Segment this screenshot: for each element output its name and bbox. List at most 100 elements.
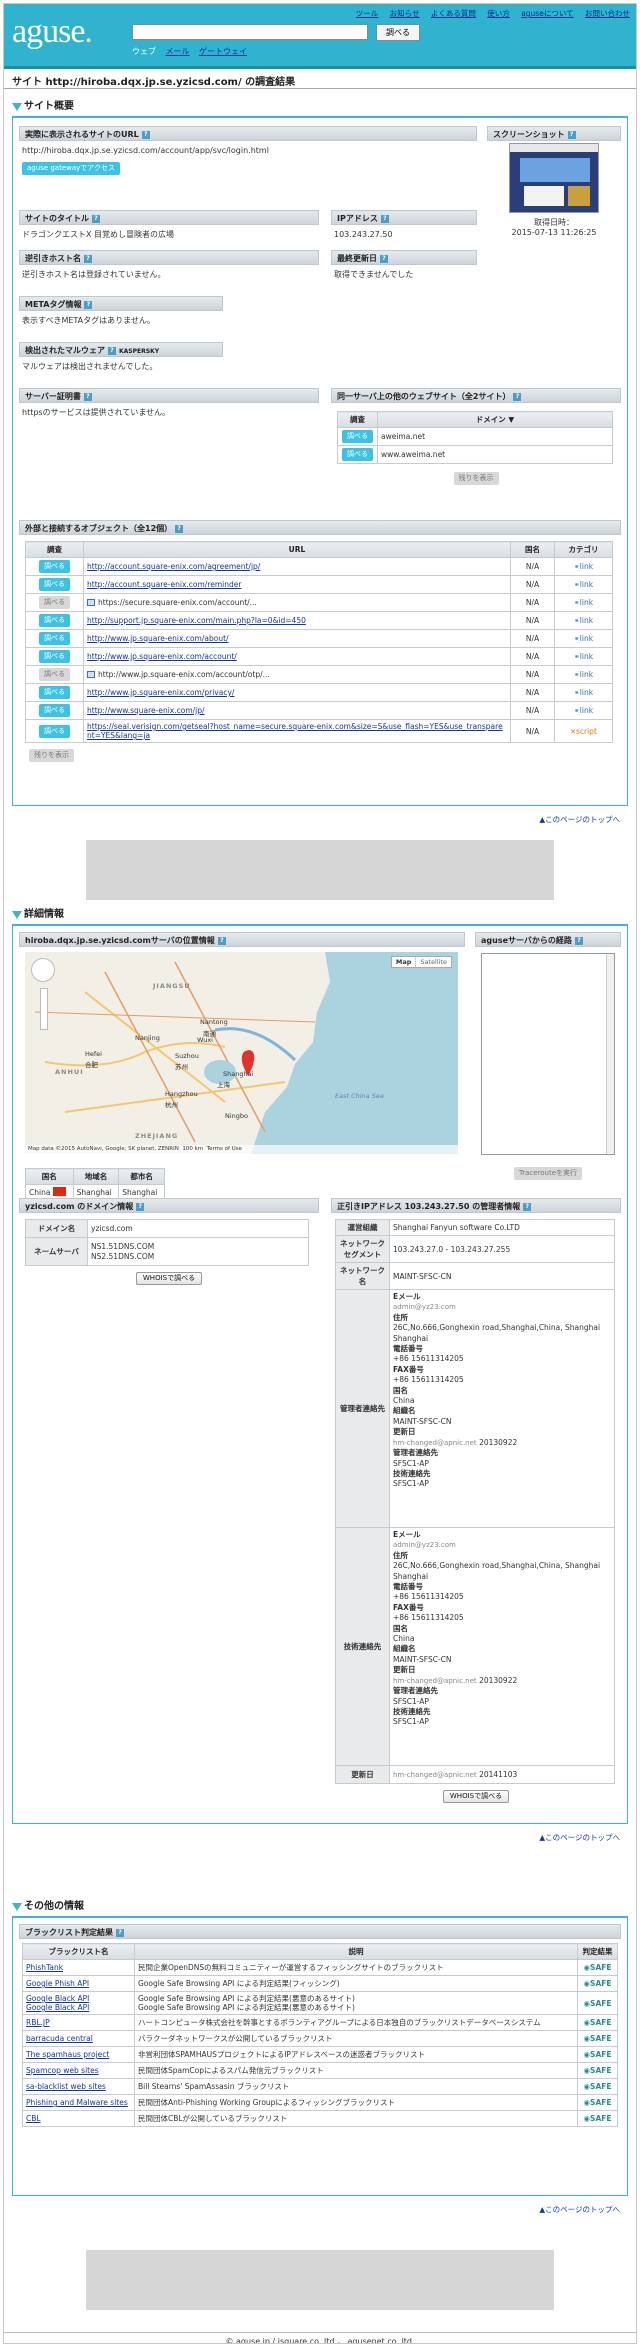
help-icon[interactable]: ? bbox=[136, 1203, 145, 1211]
help-icon[interactable]: ? bbox=[513, 393, 522, 401]
help-icon[interactable]: ? bbox=[83, 393, 92, 401]
blacklist-name[interactable]: Google Black API Google Black API bbox=[22, 1991, 135, 2015]
map-pan-control[interactable] bbox=[31, 958, 55, 982]
object-url[interactable]: http://www.square-enix.com/jp/ bbox=[87, 706, 205, 715]
table-row: 更新日 hm-changed@apnic.net 20141103 bbox=[335, 1765, 615, 1784]
map-terms-link[interactable]: Terms of Use bbox=[207, 1146, 242, 1152]
check-button[interactable]: 調べる bbox=[39, 686, 70, 699]
traceroute-button[interactable]: Tracerouteを実行 bbox=[513, 1167, 583, 1180]
logo-dot: . bbox=[84, 13, 92, 50]
map-button[interactable]: Map bbox=[392, 957, 416, 967]
help-icon[interactable]: ? bbox=[574, 937, 583, 945]
blacklist-name[interactable]: Spamcop web sites bbox=[22, 2062, 135, 2079]
blacklist-name[interactable]: sa-blacklist web sites bbox=[22, 2078, 135, 2095]
check-button[interactable]: 調べる bbox=[39, 560, 70, 573]
topnav-faq[interactable]: よくある質問 bbox=[431, 9, 476, 18]
contact-field-value: +86 15611314205 bbox=[393, 1375, 611, 1385]
contact-field-value: MAINT-SFSC-CN bbox=[393, 1655, 611, 1665]
help-icon[interactable]: ? bbox=[84, 301, 93, 309]
check-button[interactable]: 調べる bbox=[39, 578, 70, 591]
object-url[interactable]: http://account.square-enix.com/reminder bbox=[87, 580, 241, 589]
check-button[interactable]: 調べる bbox=[342, 448, 373, 461]
topnav-tools[interactable]: ツール bbox=[356, 9, 379, 18]
satellite-button[interactable]: Satellite bbox=[415, 957, 451, 967]
help-icon[interactable]: ? bbox=[523, 1203, 532, 1211]
whois-button-2[interactable]: WHOISで調べる bbox=[442, 1790, 510, 1803]
contact-field-label: FAX番号 bbox=[393, 1602, 424, 1612]
contact-value: China bbox=[393, 1634, 415, 1644]
blacklist-name[interactable]: Google Phish API bbox=[22, 1975, 135, 1992]
search-button[interactable]: 調べる bbox=[376, 24, 420, 41]
more-button[interactable]: 残りを表示 bbox=[453, 472, 499, 485]
help-icon[interactable]: ? bbox=[141, 131, 150, 139]
contact-value: MAINT-SFSC-CN bbox=[393, 1416, 452, 1426]
contact-value: +86 15611314205 bbox=[393, 1613, 464, 1623]
topnav-contact[interactable]: お問い合わせ bbox=[585, 9, 630, 18]
blacklist-name[interactable]: barracuda central bbox=[22, 2030, 135, 2047]
object-url[interactable]: http://www.jp.square-enix.com/about/ bbox=[87, 634, 229, 643]
contact-field-value: SFSC1-AP bbox=[393, 1479, 611, 1489]
segment-key: ネットワークセグメント bbox=[335, 1235, 390, 1263]
check-button[interactable]: 調べる bbox=[39, 668, 70, 681]
route-scrollbar[interactable] bbox=[606, 954, 614, 1154]
blacklist-name[interactable]: RBL.JP bbox=[22, 2014, 135, 2031]
check-button[interactable]: 調べる bbox=[39, 650, 70, 663]
check-button[interactable]: 調べる bbox=[39, 632, 70, 645]
malware-value: マルウェアは検出されませんでした。 bbox=[22, 362, 158, 371]
screenshot-thumbnail[interactable] bbox=[509, 143, 599, 213]
object-country: N/A bbox=[510, 593, 555, 612]
site-title-value: ドラゴンクエストX 目覚めし冒険者の広場 bbox=[22, 230, 175, 239]
object-url[interactable]: http://support.jp.square-enix.com/main.p… bbox=[87, 616, 306, 625]
help-icon[interactable]: ? bbox=[380, 215, 389, 223]
help-icon[interactable]: ? bbox=[567, 131, 576, 139]
col-domain[interactable]: ドメイン ▼ bbox=[377, 411, 613, 428]
subnav-mail[interactable]: メール bbox=[166, 47, 190, 56]
map-label: 杭州 bbox=[165, 1101, 178, 1109]
topnav-howto[interactable]: 使い方 bbox=[487, 9, 510, 18]
blacklist-name[interactable]: The spamhaus project bbox=[22, 2046, 135, 2063]
help-icon[interactable]: ? bbox=[108, 347, 116, 355]
reverse-host-value: 逆引きホスト名は登録されていません。 bbox=[22, 270, 166, 279]
object-url[interactable]: http://account.square-enix.com/agreement… bbox=[87, 562, 260, 571]
help-icon[interactable]: ? bbox=[84, 255, 92, 263]
help-icon[interactable]: ? bbox=[175, 525, 184, 533]
map-label: JIANGSU bbox=[153, 982, 191, 990]
object-url[interactable]: http://www.jp.square-enix.com/account/ bbox=[87, 652, 237, 661]
search-input[interactable] bbox=[132, 24, 368, 40]
help-icon[interactable]: ? bbox=[380, 255, 388, 263]
route-box[interactable] bbox=[481, 953, 615, 1155]
check-button[interactable]: 調べる bbox=[39, 704, 70, 717]
location-map[interactable]: Map Satellite JIANGSU ANHUI ZHEJIANG Nantong… bbox=[25, 952, 458, 1154]
gateway-button[interactable]: aguse gatewayでアクセス bbox=[22, 162, 120, 175]
subnav-web[interactable]: ウェブ bbox=[132, 47, 156, 56]
object-category: link bbox=[579, 706, 594, 715]
blacklist-name[interactable]: PhishTank bbox=[22, 1959, 135, 1976]
to-top-link[interactable]: ▲このページのトップへ bbox=[539, 814, 620, 825]
topnav-news[interactable]: お知らせ bbox=[390, 9, 420, 18]
object-url[interactable]: https://seal.verisign.com/getseal?host_n… bbox=[87, 722, 503, 740]
help-icon[interactable]: ? bbox=[116, 1929, 124, 1937]
blacklist-name[interactable]: Phishing and Malware sites bbox=[22, 2094, 135, 2111]
ad-banner-bottom[interactable] bbox=[86, 2250, 554, 2310]
topnav-about[interactable]: aguseについて bbox=[521, 9, 573, 18]
subnav-gateway[interactable]: ゲートウェイ bbox=[199, 47, 247, 56]
check-button[interactable]: 調べる bbox=[342, 430, 373, 443]
contact-field-value: SFSC1-AP bbox=[393, 1459, 611, 1469]
logo[interactable]: aguse. bbox=[12, 13, 93, 50]
ad-banner[interactable] bbox=[86, 840, 554, 900]
map-zoom-control[interactable] bbox=[40, 988, 48, 1030]
check-button[interactable]: 調べる bbox=[39, 596, 70, 609]
to-top-link[interactable]: ▲このページのトップへ bbox=[539, 1832, 620, 1843]
help-icon[interactable]: ? bbox=[217, 937, 226, 945]
object-row: 調べる http://account.square-enix.com/remind… bbox=[25, 575, 613, 594]
check-button[interactable]: 調べる bbox=[39, 614, 70, 627]
check-button[interactable]: 調べる bbox=[39, 724, 70, 738]
more-objects-button[interactable]: 残りを表示 bbox=[29, 749, 74, 762]
updated-value: 20141103 bbox=[479, 1770, 518, 1779]
blacklist-name[interactable]: CBL bbox=[22, 2110, 135, 2127]
object-url[interactable]: http://www.jp.square-enix.com/privacy/ bbox=[87, 688, 234, 697]
to-top-link[interactable]: ▲このページのトップへ bbox=[539, 2204, 620, 2215]
help-icon[interactable]: ? bbox=[92, 215, 100, 223]
screenshot-label: スクリーンショット? bbox=[487, 126, 621, 141]
whois-button[interactable]: WHOISで調べる bbox=[135, 1272, 203, 1285]
